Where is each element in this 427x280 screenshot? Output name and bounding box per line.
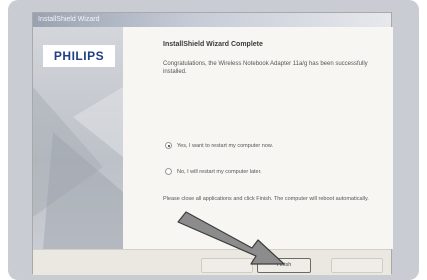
restart-now-option[interactable]: Yes, I want to restart my computer now. [165,142,273,149]
finish-button[interactable]: Finish [257,258,311,273]
success-message: Congratulations, the Wireless Notebook A… [163,61,368,75]
cancel-button[interactable] [331,258,383,273]
radio-selected-icon[interactable] [165,142,172,149]
wizard-content: InstallShield Wizard Complete Congratula… [123,27,393,249]
restart-now-label: Yes, I want to restart my computer now. [177,142,274,149]
closing-instructions: Please close all applications and click … [163,196,369,202]
back-button[interactable] [201,258,253,273]
wizard-sidebar: PHILIPS [33,27,123,249]
radio-unselected-icon[interactable] [165,168,172,175]
installer-window: InstallShield Wizard PHILIPS InstallShie… [32,12,393,275]
button-bar: Finish [33,249,391,275]
title-bar[interactable]: InstallShield Wizard [33,13,391,27]
restart-later-option[interactable]: No, I will restart my computer later. [165,168,262,175]
page-title: InstallShield Wizard Complete [163,41,263,48]
restart-later-label: No, I will restart my computer later. [177,168,262,175]
brand-logo: PHILIPS [43,45,115,67]
